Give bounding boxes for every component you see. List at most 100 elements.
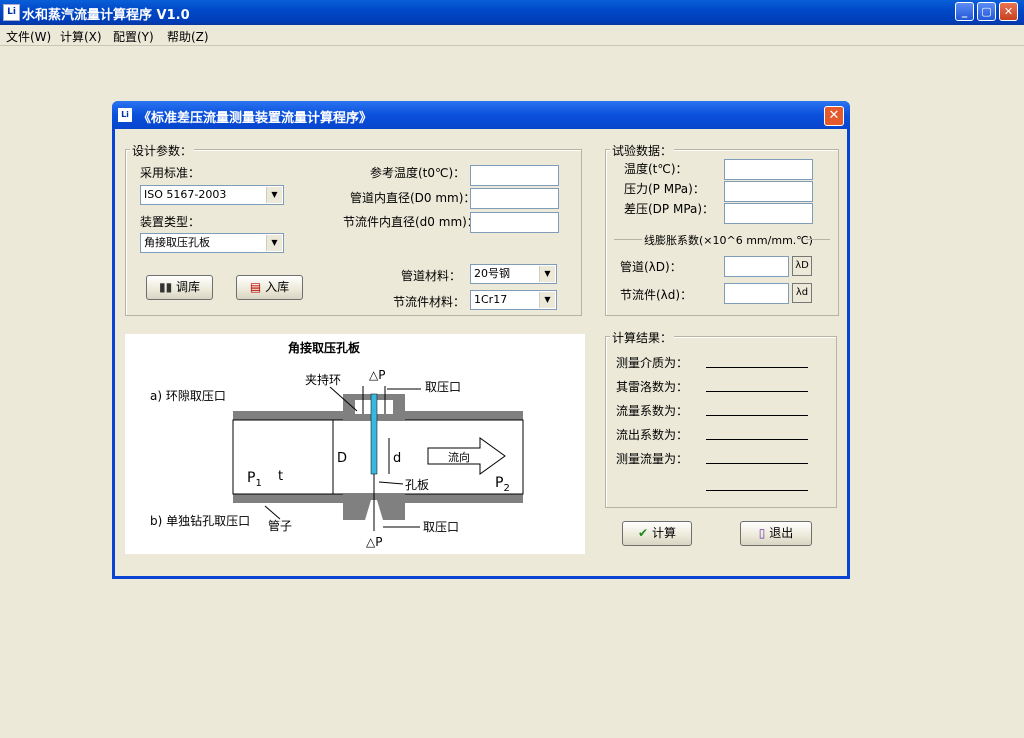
orifice-diagram-svg: 角接取压孔板 a) 环隙取压口 b) 单独钻孔取压口 △P △P 夹持环 取压口… bbox=[150, 340, 524, 549]
calc-dialog: Li 《标准差压流量测量装置流量计算程序》 ✕ 设计参数： 采用标准： ISO … bbox=[112, 101, 850, 579]
dp-top-label: △P bbox=[369, 368, 385, 382]
menu-config[interactable]: 配置(Y) bbox=[113, 28, 154, 45]
pipe-label: 管子 bbox=[268, 518, 292, 533]
app-title: 水和蒸汽流量计算程序 V1.0 bbox=[22, 8, 190, 23]
dialog-title-bar: Li 《标准差压流量测量装置流量计算程序》 ✕ bbox=[112, 101, 850, 129]
throttle-expansion-button[interactable]: λd bbox=[792, 283, 812, 303]
test-data-group: 试验数据： 温度(t℃)： 压力(P MPa)： 差压(DP MPa)： 线膨胀… bbox=[605, 142, 839, 316]
minimize-button[interactable]: _ bbox=[955, 2, 974, 21]
save-library-label: 入库 bbox=[265, 280, 290, 294]
calculate-button[interactable]: ✔ 计算 bbox=[622, 521, 692, 546]
dialog-close-button[interactable]: ✕ bbox=[824, 106, 844, 126]
tap-bottom-label: 取压口 bbox=[423, 520, 459, 534]
chevron-down-icon[interactable]: ▼ bbox=[266, 235, 282, 251]
bar-chart-icon: ▮▮ bbox=[158, 280, 173, 294]
exit-door-icon: ▯ bbox=[758, 526, 766, 540]
save-library-button[interactable]: ▤ 入库 bbox=[236, 275, 303, 300]
result-flow-coef-value bbox=[706, 415, 808, 416]
standard-value: ISO 5167-2003 bbox=[144, 188, 227, 201]
chevron-down-icon[interactable]: ▼ bbox=[539, 266, 555, 282]
calculate-label: 计算 bbox=[651, 526, 676, 540]
pressure-label: 压力(P MPa)： bbox=[624, 182, 705, 196]
clamp-ring-label: 夹持环 bbox=[305, 372, 341, 387]
result-flow-coef-label: 流量系数为： bbox=[616, 404, 689, 418]
result-discharge-value bbox=[706, 439, 808, 440]
document-icon: ▤ bbox=[249, 280, 262, 294]
close-button[interactable]: ✕ bbox=[999, 2, 1018, 21]
divider bbox=[614, 239, 642, 240]
throttle-material-value: 1Cr17 bbox=[474, 293, 508, 306]
orifice-plate bbox=[370, 393, 378, 475]
device-type-label: 装置类型： bbox=[140, 215, 201, 229]
expansion-title: 线膨胀系数(×10^6 mm/mm.℃) bbox=[644, 234, 813, 247]
temp-label: 温度(t℃)： bbox=[624, 162, 688, 176]
load-library-button[interactable]: ▮▮ 调库 bbox=[146, 275, 213, 300]
result-flow-value bbox=[706, 463, 808, 464]
menu-help[interactable]: 帮助(Z) bbox=[167, 28, 209, 45]
diagram-title: 角接取压孔板 bbox=[288, 340, 361, 355]
dialog-logo-icon: Li bbox=[118, 108, 132, 122]
tap-top-label: 取压口 bbox=[425, 380, 461, 394]
design-params-group: 设计参数： 采用标准： ISO 5167-2003 ▼ 装置类型： 角接取压孔板… bbox=[125, 142, 582, 316]
device-type-select[interactable]: 角接取压孔板 ▼ bbox=[140, 233, 284, 253]
app-logo-icon: Li bbox=[3, 4, 20, 21]
result-medium-label: 测量介质为： bbox=[616, 356, 689, 370]
ref-temp-label: 参考温度(t0℃)： bbox=[370, 166, 466, 180]
standard-select[interactable]: ISO 5167-2003 ▼ bbox=[140, 185, 284, 205]
throttle-expansion-label: 节流件(λd)： bbox=[620, 288, 693, 302]
t-label: t bbox=[278, 469, 283, 484]
menu-file[interactable]: 文件(W) bbox=[6, 28, 51, 45]
pipe-material-value: 20号钢 bbox=[474, 267, 510, 280]
menu-calc[interactable]: 计算(X) bbox=[60, 28, 102, 45]
menu-bar: 文件(W) 计算(X) 配置(Y) 帮助(Z) bbox=[0, 25, 1024, 46]
title-bar: Li 水和蒸汽流量计算程序 V1.0 _ ▢ ✕ bbox=[0, 0, 1024, 25]
exit-label: 退出 bbox=[769, 526, 794, 540]
pipe-expansion-input[interactable] bbox=[724, 256, 789, 277]
pipe-expansion-button[interactable]: λD bbox=[792, 256, 812, 276]
orifice-label: 孔板 bbox=[405, 478, 429, 492]
pipe-leader bbox=[264, 505, 281, 520]
dp-bottom-label: △P bbox=[366, 535, 382, 549]
pipe-dia-input[interactable] bbox=[470, 188, 559, 209]
dp-input[interactable] bbox=[724, 203, 813, 224]
maximize-button[interactable]: ▢ bbox=[977, 2, 996, 21]
temp-input[interactable] bbox=[724, 159, 813, 180]
divider bbox=[806, 239, 830, 240]
result-group: 计算结果： 测量介质为： 其雷洛数为： 流量系数为： 流出系数为： 测量流量为： bbox=[605, 329, 837, 508]
chevron-down-icon[interactable]: ▼ bbox=[266, 187, 282, 203]
throttle-dia-label: 节流件内直径(d0 mm)： bbox=[343, 215, 479, 229]
result-reynolds-label: 其雷洛数为： bbox=[616, 380, 689, 394]
result-reynolds-value bbox=[706, 391, 808, 392]
label-b: b) 单独钻孔取压口 bbox=[150, 513, 250, 528]
pipe-dia-label: 管道内直径(D0 mm)： bbox=[350, 191, 476, 205]
dp-label: 差压(DP MPa)： bbox=[624, 202, 715, 216]
load-library-label: 调库 bbox=[176, 280, 201, 294]
throttle-expansion-input[interactable] bbox=[724, 283, 789, 304]
result-flow-label: 测量流量为： bbox=[616, 452, 689, 466]
pressure-input[interactable] bbox=[724, 181, 813, 202]
chevron-down-icon[interactable]: ▼ bbox=[539, 292, 555, 308]
result-discharge-label: 流出系数为： bbox=[616, 428, 689, 442]
result-legend: 计算结果： bbox=[610, 329, 675, 346]
d-label: d bbox=[393, 451, 401, 466]
result-flow-unit-line bbox=[706, 490, 808, 491]
test-data-legend: 试验数据： bbox=[610, 142, 675, 159]
pipe-material-select[interactable]: 20号钢 ▼ bbox=[470, 264, 557, 284]
orifice-diagram: 角接取压孔板 a) 环隙取压口 b) 单独钻孔取压口 △P △P 夹持环 取压口… bbox=[125, 334, 585, 554]
flow-label: 流向 bbox=[448, 450, 470, 464]
pipe-material-label: 管道材料： bbox=[401, 269, 462, 283]
throttle-material-select[interactable]: 1Cr17 ▼ bbox=[470, 290, 557, 310]
D-label: D bbox=[337, 451, 347, 466]
throttle-dia-input[interactable] bbox=[470, 212, 559, 233]
standard-label: 采用标准： bbox=[140, 166, 201, 180]
device-type-value: 角接取压孔板 bbox=[144, 236, 210, 249]
checkmark-icon: ✔ bbox=[638, 526, 649, 540]
design-params-legend: 设计参数： bbox=[130, 142, 195, 159]
dialog-title: 《标准差压流量测量装置流量计算程序》 bbox=[138, 111, 373, 126]
throttle-material-label: 节流件材料： bbox=[393, 295, 466, 309]
result-medium-value bbox=[706, 367, 808, 368]
ref-temp-input[interactable] bbox=[470, 165, 559, 186]
exit-button[interactable]: ▯ 退出 bbox=[740, 521, 812, 546]
pipe-expansion-label: 管道(λD)： bbox=[620, 260, 682, 274]
label-a: a) 环隙取压口 bbox=[150, 389, 226, 403]
